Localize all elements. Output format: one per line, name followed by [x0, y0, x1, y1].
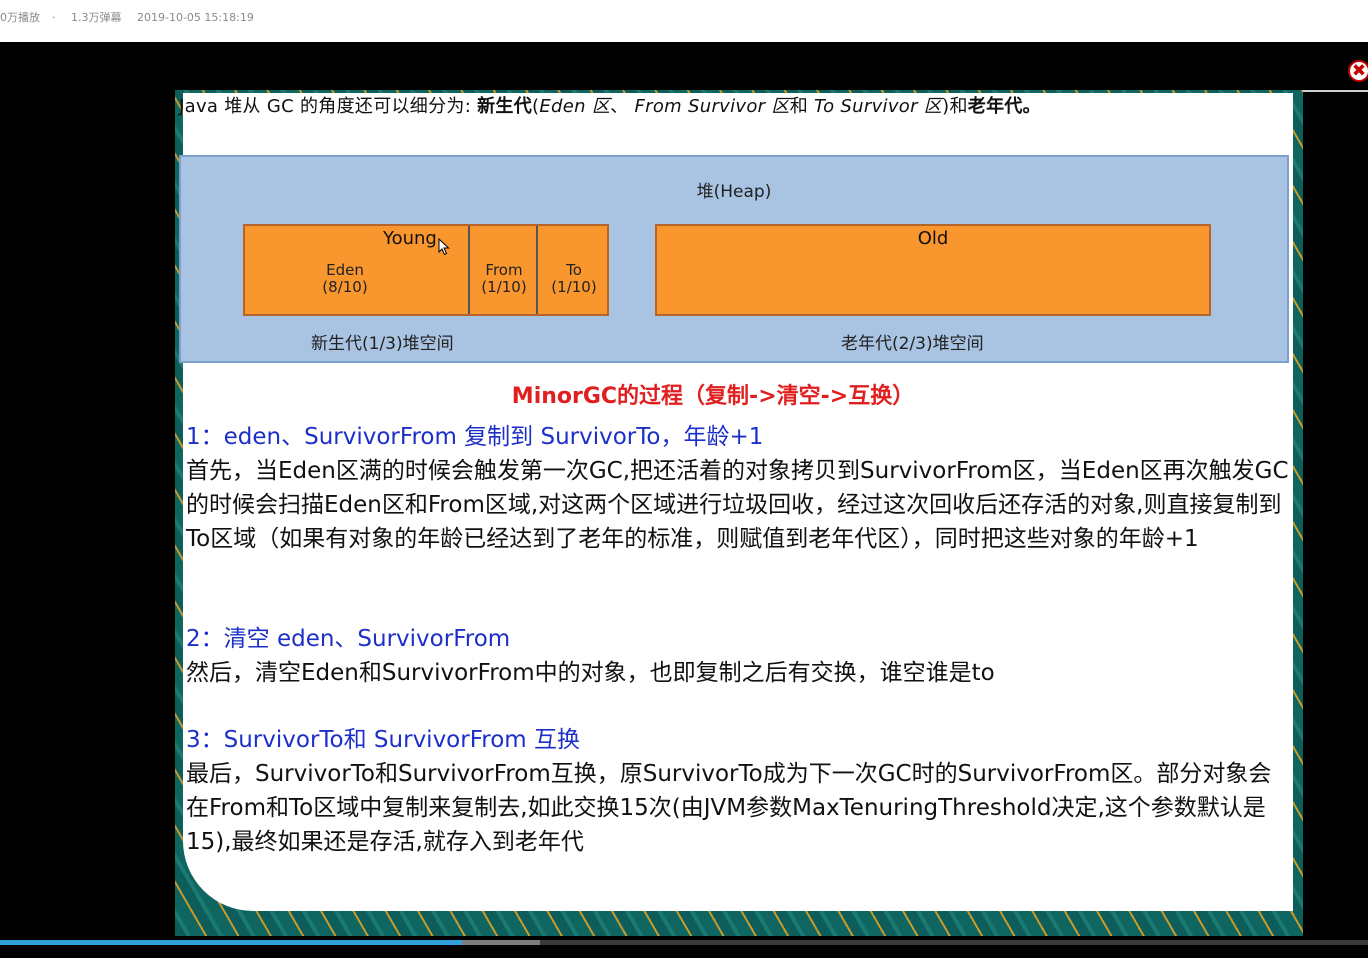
- old-label: Old: [917, 228, 949, 249]
- step-heading: 1：eden、SurvivorFrom 复制到 SurvivorTo，年龄+1: [186, 424, 764, 450]
- old-space-label: 老年代(2/3)堆空间: [841, 334, 984, 354]
- young-space-label: 新生代(1/3)堆空间: [311, 334, 454, 354]
- mouse-cursor-icon: [438, 238, 450, 256]
- heap-label: 堆(Heap): [696, 182, 772, 202]
- step-2: 2：清空 eden、SurvivorFrom 然后，清空Eden和Survivo…: [186, 622, 1294, 690]
- young-gen-box: Young Eden (8/10) From (1/10) To (1/10): [243, 224, 609, 316]
- young-label: Young: [383, 228, 437, 249]
- section-title: MinorGC的过程（复制->清空->互换）: [511, 384, 915, 409]
- video-meta: 0万播放 · 1.3万弹幕 2019-10-05 15:18:19: [0, 11, 254, 24]
- step-body: 最后，SurvivorTo和SurvivorFrom互换，原SurvivorTo…: [186, 761, 1272, 855]
- step-body: 首先，当Eden区满的时候会触发第一次GC,把还活着的对象拷贝到Survivor…: [186, 458, 1289, 552]
- step-heading: 2：清空 eden、SurvivorFrom: [186, 626, 511, 652]
- divider: [468, 226, 470, 314]
- from-label: From (1/10): [481, 261, 527, 296]
- close-icon[interactable]: ✖: [1348, 60, 1368, 82]
- heap-diagram: 堆(Heap) Young Eden (8/10) From (1/10) To…: [179, 155, 1289, 363]
- slide-intro: Java 堆从 GC 的角度还可以细分为: 新生代(Eden 区、 From S…: [179, 96, 1041, 117]
- eden-label: Eden (8/10): [322, 261, 368, 296]
- step-heading: 3：SurvivorTo和 SurvivorFrom 互换: [186, 727, 580, 753]
- play-count: 0万播放: [0, 11, 40, 24]
- step-body: 然后，清空Eden和SurvivorFrom中的对象，也即复制之后有交换，谁空谁…: [186, 660, 995, 686]
- progress-played[interactable]: [0, 940, 463, 945]
- step-3: 3：SurvivorTo和 SurvivorFrom 互换 最后，Survivo…: [186, 723, 1294, 859]
- step-1: 1：eden、SurvivorFrom 复制到 SurvivorTo，年龄+1 …: [186, 420, 1294, 556]
- old-gen-box: Old: [655, 224, 1211, 316]
- publish-time: 2019-10-05 15:18:19: [137, 11, 254, 24]
- danmaku-count: 1.3万弹幕: [71, 11, 122, 24]
- to-label: To (1/10): [551, 261, 597, 296]
- video-info-bar: 0万播放 · 1.3万弹幕 2019-10-05 15:18:19: [0, 0, 1368, 42]
